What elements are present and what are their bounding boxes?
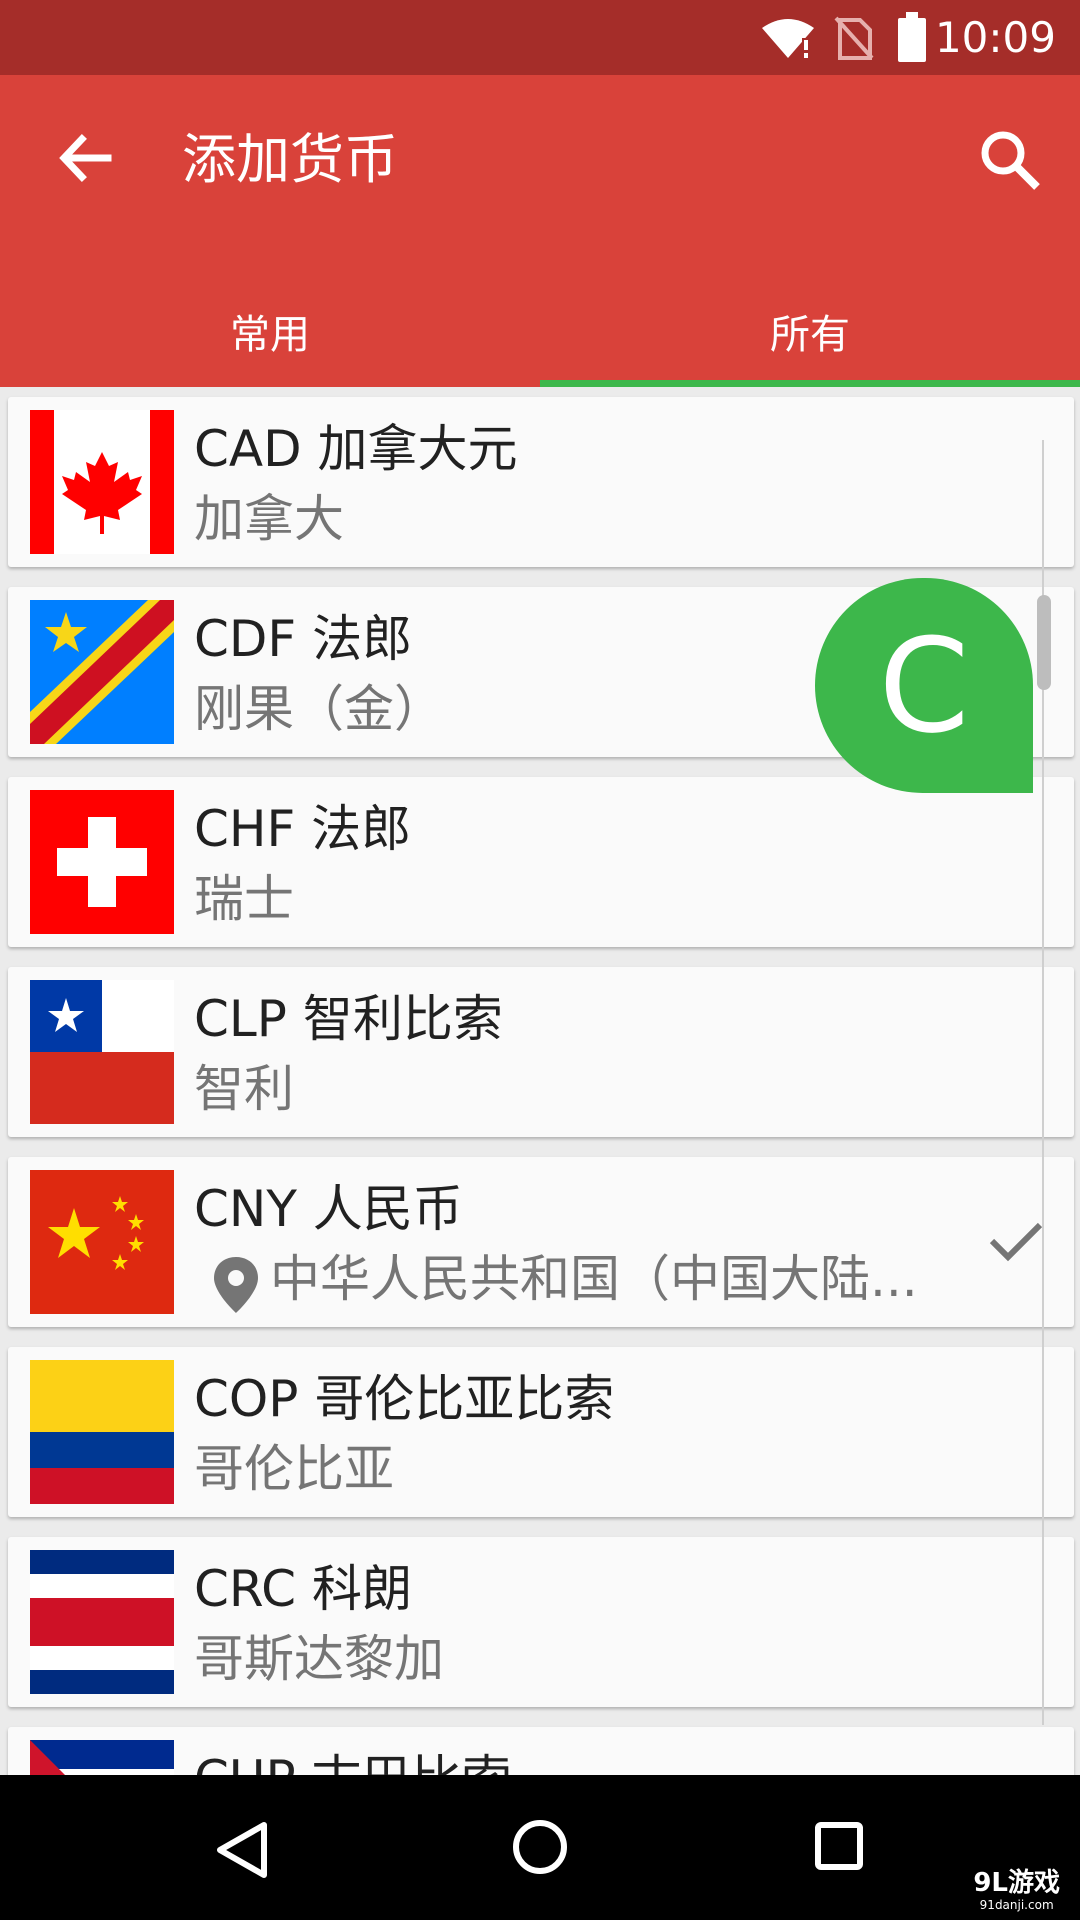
currency-country: 哥斯达黎加 — [194, 1630, 444, 1688]
colombia-flag — [30, 1360, 174, 1504]
watermark-sub: 91danji.com — [979, 1898, 1054, 1912]
tab-bar: 常用 所有 — [0, 275, 1080, 387]
section-index-bubble: C — [815, 578, 1033, 793]
currency-code-name: CLP 智利比索 — [194, 990, 503, 1048]
switzerland-flag — [30, 790, 174, 934]
dr-congo-flag — [30, 600, 174, 744]
currency-country: 瑞士 — [194, 870, 294, 928]
currency-country: 中华人民共和国（中国大陆... — [270, 1250, 918, 1308]
currency-item-cup[interactable]: CUP 古巴比索 — [8, 1727, 1074, 1775]
recents-square-icon[interactable] — [814, 1821, 864, 1871]
currency-code-name: CUP 古巴比索 — [194, 1747, 512, 1775]
currency-code-name: CHF 法郎 — [194, 800, 412, 858]
currency-code-name: CAD 加拿大元 — [194, 420, 518, 478]
china-flag — [30, 1170, 174, 1314]
currency-item-clp[interactable]: CLP 智利比索 智利 — [8, 967, 1074, 1137]
search-icon[interactable] — [975, 125, 1045, 195]
no-sim-icon — [834, 16, 874, 60]
currency-country: 加拿大 — [194, 490, 344, 548]
currency-code-name: CNY 人民币 — [194, 1180, 463, 1238]
location-pin-icon — [214, 1257, 258, 1313]
tab-all[interactable]: 所有 — [540, 275, 1080, 387]
currency-code-name: COP 哥伦比亚比索 — [194, 1370, 615, 1428]
page-title: 添加货币 — [182, 128, 398, 191]
watermark-logo: 9L游戏 91danji.com — [973, 1868, 1060, 1912]
battery-icon — [898, 12, 926, 62]
costa-rica-flag — [30, 1550, 174, 1694]
status-time: 10:09 — [934, 13, 1056, 62]
status-bar: 10:09 — [0, 0, 1080, 75]
currency-item-cny[interactable]: CNY 人民币 中华人民共和国（中国大陆... — [8, 1157, 1074, 1327]
currency-item-cop[interactable]: COP 哥伦比亚比索 哥伦比亚 — [8, 1347, 1074, 1517]
navigation-bar: 9L游戏 91danji.com — [0, 1775, 1080, 1920]
scrollbar-thumb[interactable] — [1037, 595, 1051, 690]
cuba-flag — [30, 1740, 174, 1775]
chile-flag — [30, 980, 174, 1124]
currency-item-chf[interactable]: CHF 法郎 瑞士 — [8, 777, 1074, 947]
back-triangle-icon[interactable] — [214, 1820, 270, 1880]
currency-code-name: CRC 科朗 — [194, 1560, 412, 1618]
currency-country: 智利 — [194, 1060, 294, 1118]
canada-flag — [30, 410, 174, 554]
currency-country: 刚果（金） — [194, 680, 444, 738]
app-bar: 添加货币 常用 所有 — [0, 75, 1080, 387]
currency-country: 哥伦比亚 — [194, 1440, 394, 1498]
tab-common[interactable]: 常用 — [0, 275, 540, 387]
currency-item-cad[interactable]: CAD 加拿大元 加拿大 — [8, 397, 1074, 567]
currency-item-crc[interactable]: CRC 科朗 哥斯达黎加 — [8, 1537, 1074, 1707]
arrow-back-icon[interactable] — [50, 123, 120, 193]
check-icon — [989, 1222, 1043, 1262]
watermark-main: 9L游戏 — [973, 1868, 1060, 1898]
wifi-alert-icon — [762, 19, 814, 58]
home-circle-icon[interactable] — [512, 1819, 568, 1875]
currency-code-name: CDF 法郎 — [194, 610, 413, 668]
